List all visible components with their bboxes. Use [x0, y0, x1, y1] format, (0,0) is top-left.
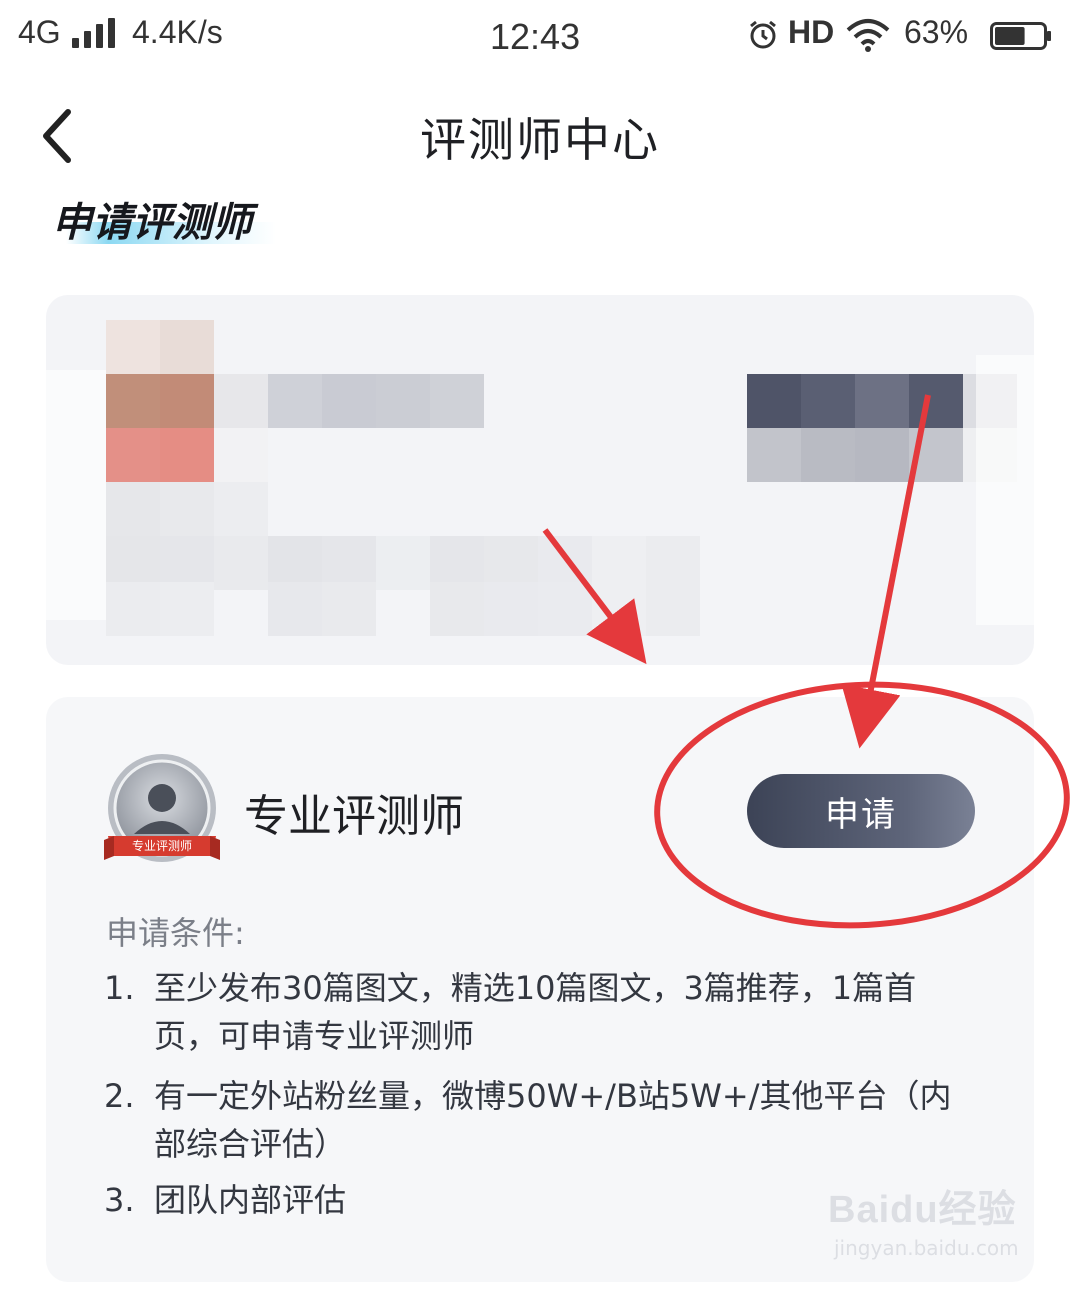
profile-card-blurred	[46, 295, 1034, 665]
mosaic-pixel	[160, 482, 214, 536]
conditions-title: 申请条件:	[106, 914, 245, 952]
mosaic-pixel	[214, 482, 268, 536]
watermark-brand: Baidu经验	[828, 1189, 1017, 1231]
mosaic-pixel	[106, 428, 160, 482]
mosaic-pixel	[106, 482, 160, 536]
mosaic-pixel	[106, 374, 160, 428]
mosaic-pixel	[909, 374, 963, 428]
network-type: 4G	[18, 14, 61, 50]
mosaic-pixel	[376, 536, 430, 590]
battery-icon	[990, 22, 1051, 50]
watermark-url: jingyan.baidu.com	[834, 1236, 1019, 1260]
condition-number: 3.	[104, 1181, 135, 1219]
mosaic-pixel	[214, 374, 268, 428]
mosaic-pixel	[646, 582, 700, 636]
mosaic-pixel	[160, 428, 214, 482]
mosaic-pixel	[160, 582, 214, 636]
mosaic-pixel	[801, 374, 855, 428]
mosaic-pixel	[909, 428, 963, 482]
wifi-icon	[846, 19, 890, 52]
mosaic-pixel	[430, 374, 484, 428]
mosaic-pixel	[106, 582, 160, 636]
mosaic-pixel	[268, 374, 322, 428]
mosaic-pixel	[592, 582, 646, 636]
page-title: 评测师中心	[420, 113, 660, 167]
hd-indicator: HD	[788, 14, 835, 50]
badge-ribbon-text: 专业评测师	[132, 838, 192, 853]
condition-item: 2. 有一定外站粉丝量，微博50W+/B站5W+/其他平台（内部综合评估）	[104, 1072, 984, 1168]
condition-number: 2.	[104, 1077, 135, 1115]
mosaic-pixel	[160, 320, 214, 374]
network-speed: 4.4K/s	[132, 14, 223, 50]
mosaic-pixel	[214, 536, 268, 590]
mosaic-pixel	[747, 374, 801, 428]
condition-text: 至少发布30篇图文，精选10篇图文，3篇推荐，1篇首页，可申请专业评测师	[154, 969, 917, 1055]
mosaic-pixel	[801, 428, 855, 482]
reviewer-badge-icon: 专业评测师	[104, 754, 220, 862]
signal-icon	[72, 18, 118, 48]
section-heading: 申请评测师	[52, 200, 252, 246]
mosaic-pixel	[376, 374, 430, 428]
status-bar: 4G 4.4K/s 12:43 HD 63%	[0, 0, 1080, 76]
mosaic-pixel	[106, 320, 160, 374]
clock: 12:43	[490, 16, 581, 57]
apply-button[interactable]: 申请	[747, 774, 975, 848]
baidu-watermark: Baidu经验 jingyan.baidu.com	[828, 1178, 1028, 1274]
role-name: 专业评测师	[244, 791, 464, 842]
battery-percent: 63%	[904, 14, 969, 50]
mosaic-pixel	[214, 428, 268, 482]
mosaic-pixel	[160, 374, 214, 428]
alarm-icon	[750, 20, 776, 49]
mosaic-band	[976, 355, 1034, 625]
mosaic-pixel	[484, 582, 538, 636]
mosaic-pixel	[747, 428, 801, 482]
mosaic-pixel	[855, 428, 909, 482]
mosaic-pixel	[538, 582, 592, 636]
mosaic-pixel	[322, 582, 376, 636]
condition-text: 有一定外站粉丝量，微博50W+/B站5W+/其他平台（内部综合评估）	[154, 1077, 952, 1163]
mosaic-pixel	[430, 582, 484, 636]
mosaic-pixel	[322, 374, 376, 428]
condition-number: 1.	[104, 969, 135, 1007]
mosaic-pixel	[855, 374, 909, 428]
condition-item: 1. 至少发布30篇图文，精选10篇图文，3篇推荐，1篇首页，可申请专业评测师	[104, 964, 984, 1060]
mosaic-band	[46, 370, 106, 620]
mosaic-pixel	[268, 582, 322, 636]
